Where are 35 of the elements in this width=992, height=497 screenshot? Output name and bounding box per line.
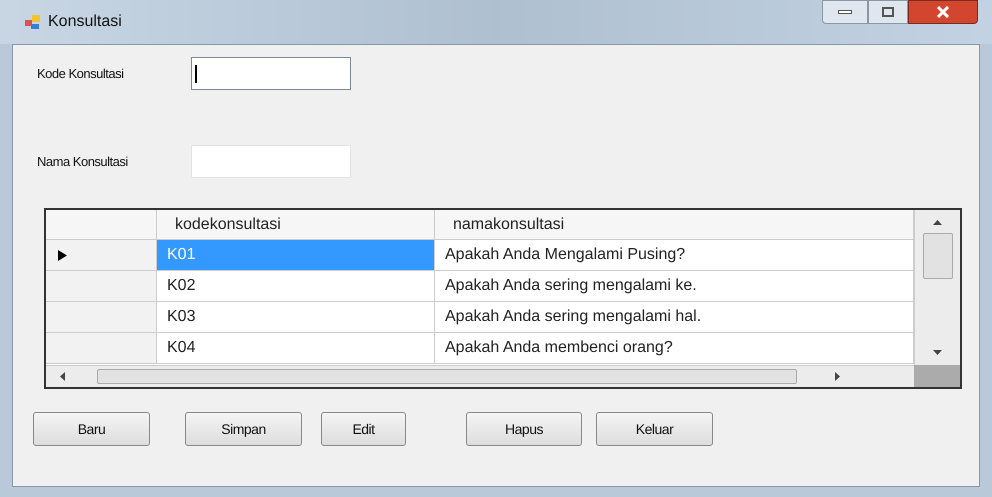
horizontal-scrollbar[interactable]	[46, 365, 914, 387]
scroll-left-icon	[60, 372, 65, 381]
text-field[interactable]	[191, 57, 351, 90]
window-title: Konsultasi	[48, 12, 122, 32]
action-button[interactable]: Simpan	[185, 412, 302, 446]
row-header[interactable]	[46, 240, 157, 271]
table-cell: Apakah Anda membenci orang?	[435, 333, 914, 364]
table-cell: K03	[157, 302, 435, 333]
vertical-scrollbar[interactable]	[914, 210, 960, 365]
field-label: Kode Konsultasi	[37, 64, 124, 83]
action-button[interactable]: Baru	[33, 412, 150, 446]
close-icon	[937, 6, 949, 18]
scroll-thumb[interactable]	[922, 233, 952, 279]
maximize-button[interactable]	[868, 0, 908, 24]
table-cell: K02	[157, 271, 435, 302]
minimize-button[interactable]	[822, 0, 868, 24]
scroll-up-icon	[933, 220, 942, 225]
field-label: Nama Konsultasi	[37, 152, 129, 171]
scroll-thumb[interactable]	[97, 369, 797, 384]
action-button[interactable]: Keluar	[596, 412, 713, 446]
action-button[interactable]: Hapus	[466, 412, 582, 446]
row-header[interactable]	[46, 333, 157, 364]
table-cell: Apakah Anda Mengalami Pusing?	[435, 240, 914, 271]
close-button[interactable]	[908, 0, 978, 24]
scroll-right-icon	[835, 372, 840, 381]
row-header[interactable]	[46, 302, 157, 333]
column-header[interactable]: kodekonsultasi	[157, 210, 435, 239]
app-icon	[24, 14, 42, 30]
table-cell: Apakah Anda sering mengalami hal.	[435, 302, 914, 333]
scroll-down-icon	[933, 350, 942, 355]
table-cell: Apakah Anda sering mengalami ke.	[435, 271, 914, 302]
row-header[interactable]	[46, 271, 157, 302]
table-cell: K04	[157, 333, 435, 364]
action-button[interactable]: Edit	[321, 412, 406, 446]
table-cell: K01	[157, 240, 435, 271]
